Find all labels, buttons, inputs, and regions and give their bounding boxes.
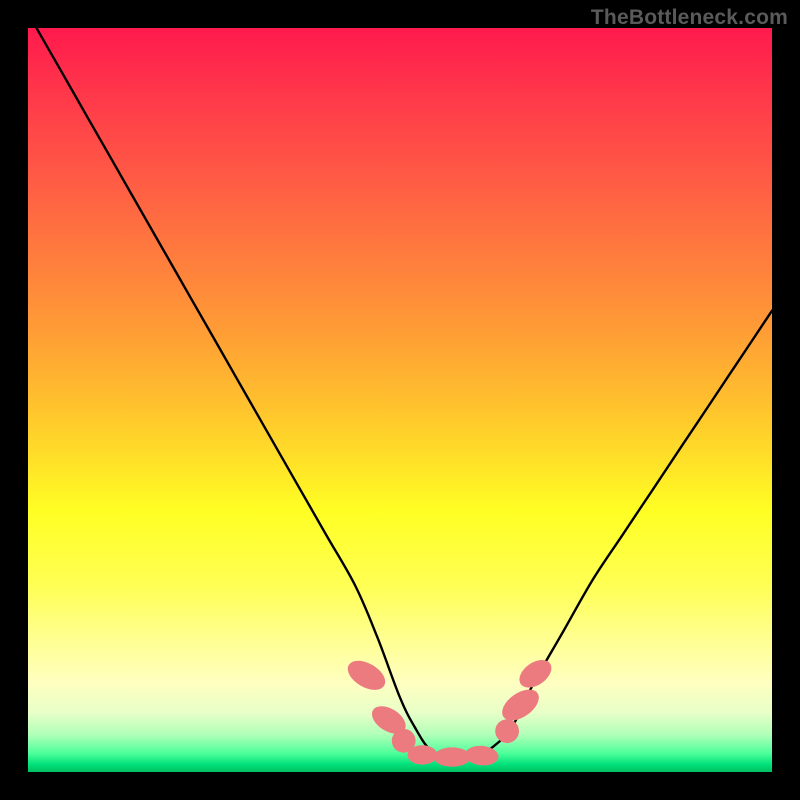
plot-area bbox=[28, 28, 772, 772]
bottleneck-curve bbox=[28, 28, 772, 758]
curve-marker bbox=[514, 654, 556, 693]
curve-markers bbox=[343, 654, 557, 766]
curve-marker bbox=[495, 719, 519, 743]
watermark-text: TheBottleneck.com bbox=[591, 6, 788, 30]
curve-marker bbox=[434, 747, 471, 766]
curve-marker bbox=[407, 745, 437, 764]
curve-marker bbox=[464, 744, 499, 766]
curve-layer bbox=[28, 28, 772, 772]
chart-frame: TheBottleneck.com bbox=[0, 0, 800, 800]
curve-marker bbox=[343, 655, 390, 696]
